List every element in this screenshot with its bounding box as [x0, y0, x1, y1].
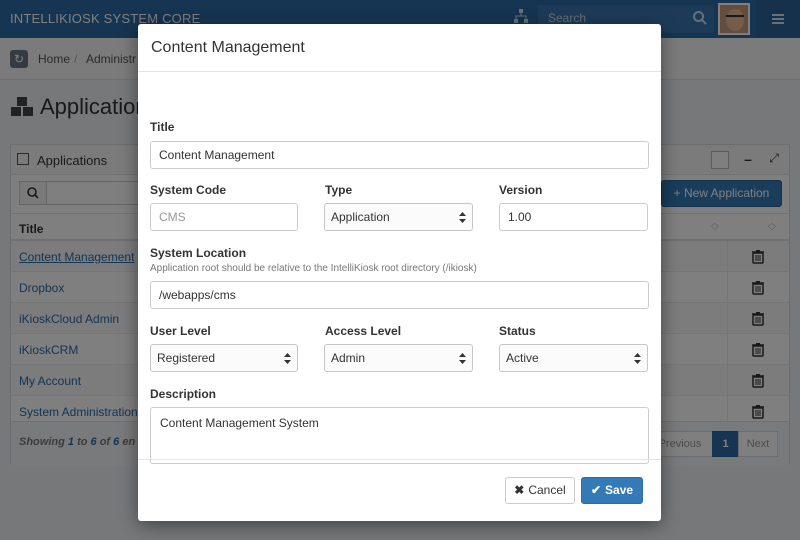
version-input[interactable]: 1.00: [499, 203, 648, 231]
system-code-label: System Code: [150, 183, 227, 197]
system-code-input[interactable]: CMS: [150, 203, 298, 231]
description-textarea[interactable]: Content Management System: [150, 407, 649, 464]
system-location-help: Application root should be relative to t…: [150, 263, 477, 274]
type-select[interactable]: Application: [324, 203, 473, 231]
select-arrows-icon: [284, 353, 291, 364]
type-select-value: Application: [331, 210, 390, 224]
save-label: Save: [605, 483, 634, 497]
status-select[interactable]: Active: [499, 344, 648, 372]
save-button[interactable]: ✔ Save: [581, 477, 643, 504]
select-arrows-icon: [634, 353, 641, 364]
select-arrows-icon: [459, 212, 466, 223]
check-icon: ✔: [590, 483, 602, 497]
edit-application-modal: Content Management Title Content Managem…: [138, 24, 661, 521]
user-level-label: User Level: [150, 324, 211, 338]
close-icon: ✖: [514, 483, 525, 497]
modal-footer: ✖ Cancel ✔ Save: [138, 459, 661, 521]
title-input[interactable]: Content Management: [150, 141, 649, 169]
user-level-value: Registered: [157, 351, 216, 365]
description-label: Description: [150, 387, 217, 401]
select-arrows-icon: [459, 353, 466, 364]
version-label: Version: [499, 183, 543, 197]
system-location-label: System Location: [150, 246, 247, 260]
status-value: Active: [506, 351, 539, 365]
cancel-label: Cancel: [528, 483, 566, 497]
modal-title: Content Management: [151, 39, 305, 56]
access-level-value: Admin: [331, 351, 366, 365]
status-label: Status: [499, 324, 536, 338]
access-level-label: Access Level: [325, 324, 402, 338]
system-location-input[interactable]: /webapps/cms: [150, 281, 649, 309]
title-label: Title: [150, 120, 175, 134]
type-label: Type: [325, 183, 353, 197]
modal-header: Content Management: [138, 24, 661, 72]
access-level-select[interactable]: Admin: [324, 344, 473, 372]
user-level-select[interactable]: Registered: [150, 344, 298, 372]
cancel-button[interactable]: ✖ Cancel: [505, 477, 575, 504]
